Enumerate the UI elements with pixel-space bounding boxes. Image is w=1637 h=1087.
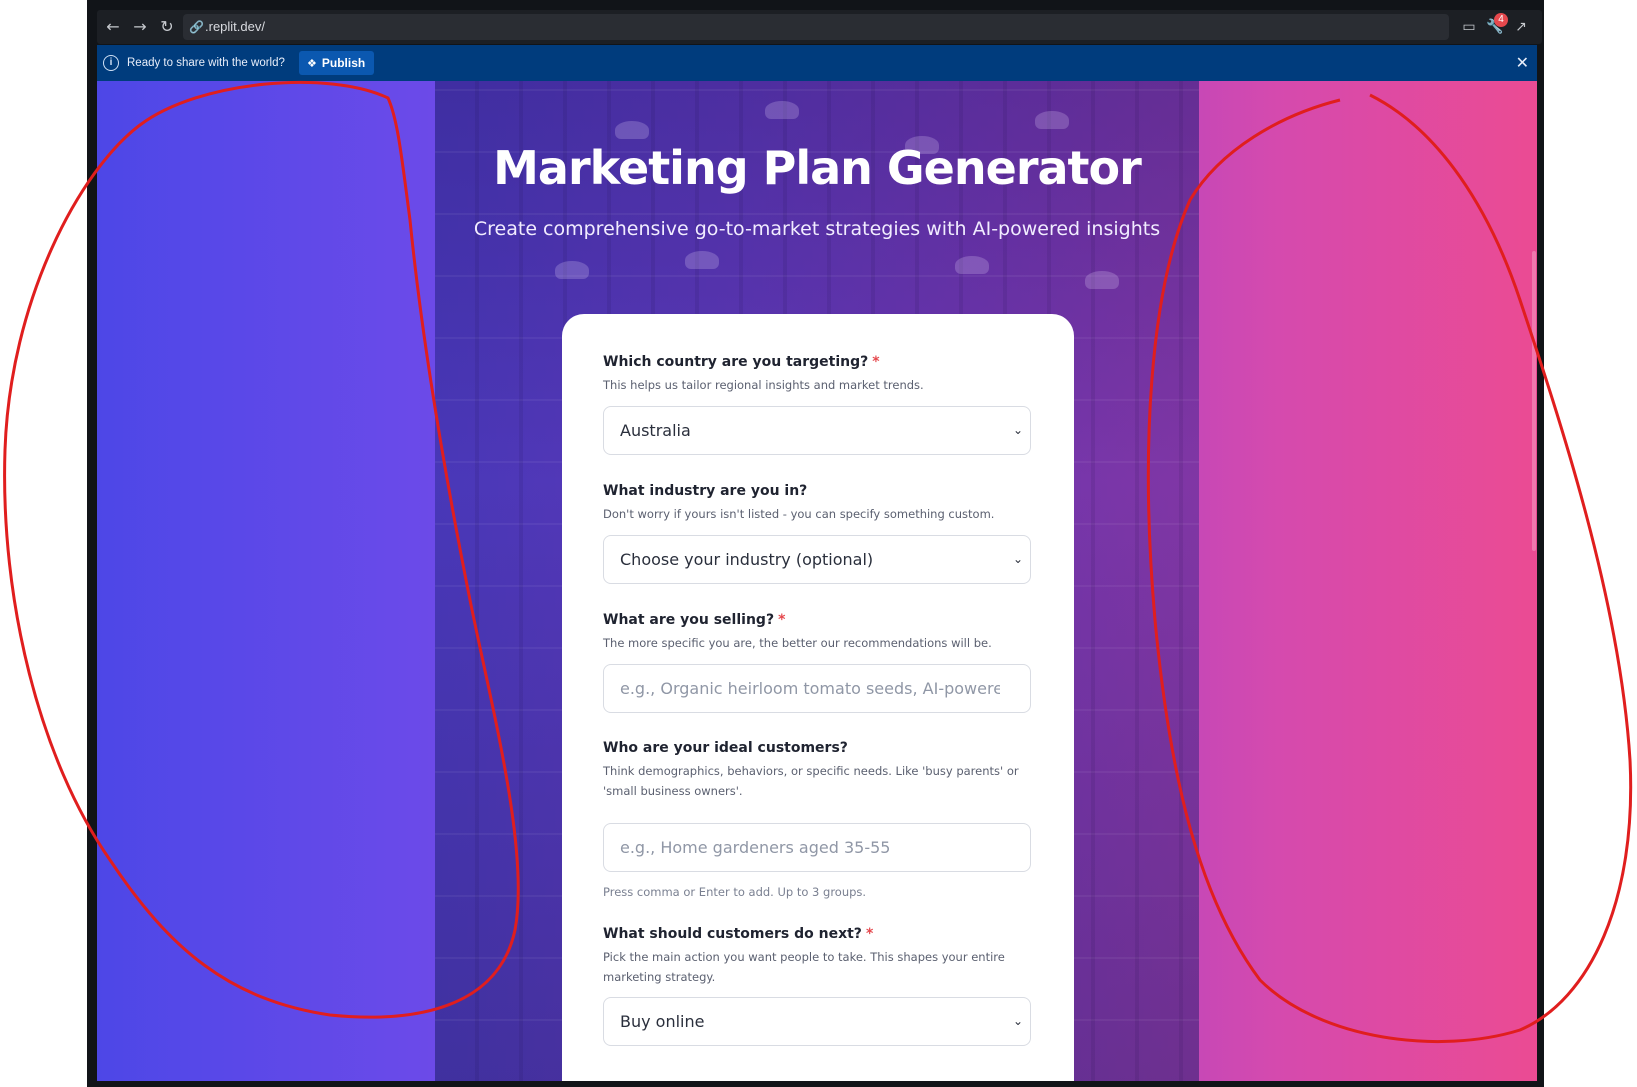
left-annotation-circle (3, 80, 520, 1019)
right-annotation-circle (1146, 93, 1633, 1043)
red-annotation-overlay (3, 80, 1633, 1043)
